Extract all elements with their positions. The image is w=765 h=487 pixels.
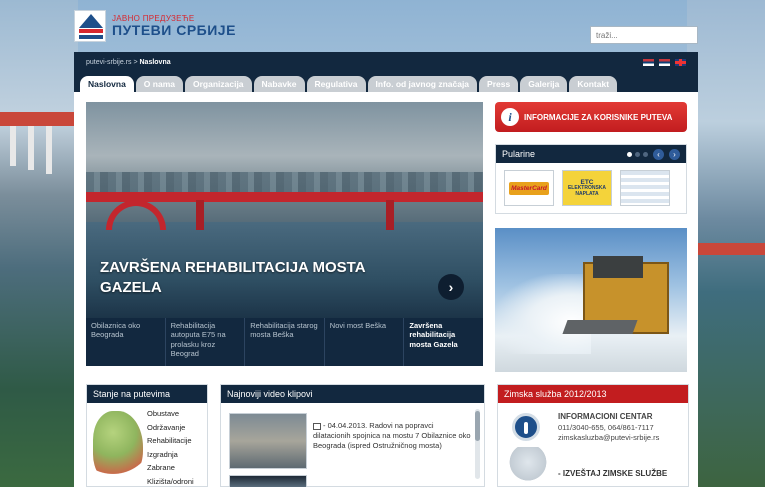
hero-slide-list: Obilaznica oko Beograda Rehabilitacija a… xyxy=(86,318,483,366)
road-conditions-item[interactable]: Održavanje xyxy=(147,421,194,435)
video-thumbnail[interactable] xyxy=(229,475,307,487)
latest-videos-title: Najnoviji video klipovi xyxy=(221,385,484,403)
info-icon: i xyxy=(501,108,519,126)
info-center-email[interactable]: zimskasluzba@putevi-srbije.rs xyxy=(558,433,686,444)
tab-info-javnog-znacaja[interactable]: Info. od javnog značaja xyxy=(367,76,478,92)
uk-flag-icon[interactable] xyxy=(675,58,686,66)
hero-bridge-pier xyxy=(386,200,394,230)
payment-widget-header: Pularine ‹ › xyxy=(496,145,686,163)
tab-regulativa[interactable]: Regulativa xyxy=(306,76,366,92)
road-conditions-item[interactable]: Rehabilitacije xyxy=(147,434,194,448)
bridge-deck-right xyxy=(687,243,765,255)
bridge-pier xyxy=(10,126,16,166)
mastercard-label: MasterCard xyxy=(509,181,549,195)
main-container: putevi-srbije.rs > Naslovna Naslovna O n… xyxy=(74,52,698,487)
snow-plow-banner[interactable] xyxy=(495,228,687,372)
road-conditions-item[interactable]: Obustave xyxy=(147,407,194,421)
toll-card-logo[interactable] xyxy=(620,170,670,206)
tab-naslovna[interactable]: Naslovna xyxy=(80,76,134,92)
winter-report-link[interactable]: - IZVEŠTAJ ZIMSKE SLUŽBE xyxy=(558,469,667,478)
mastercard-logo[interactable]: MasterCard xyxy=(504,170,554,206)
info-button-label: INFORMACIJE ZA KORISNIKE PUTEVA xyxy=(524,112,673,122)
winter-service-panel: Zimska služba 2012/2013 INFORMACIONI CEN… xyxy=(497,384,689,487)
carousel-dot-active[interactable] xyxy=(627,151,632,157)
chevron-left-icon[interactable]: ‹ xyxy=(653,148,664,160)
breadcrumb-separator: > xyxy=(131,58,140,66)
video-list-scrollbar[interactable] xyxy=(475,409,480,479)
snow-plow-cab xyxy=(593,256,643,278)
info-center-phones: 011/3040-655, 064/861-7117 xyxy=(558,422,654,432)
background-bridge-left xyxy=(0,0,78,487)
main-nav: Naslovna O nama Organizacija Nabavke Reg… xyxy=(74,72,698,92)
hero-city-skyline xyxy=(86,172,483,194)
latest-videos-panel: Najnoviji video klipovi - 04.04.2013. Ra… xyxy=(220,384,485,487)
video-item[interactable]: - 04.04.2013. Radovi na popravci dilatac… xyxy=(313,421,471,450)
road-conditions-list: Obustave Održavanje Rehabilitacije Izgra… xyxy=(147,407,194,487)
road-conditions-item[interactable]: Izgradnja xyxy=(147,448,194,462)
slide-item[interactable]: Novi most Beška xyxy=(325,318,405,366)
breadcrumb: putevi-srbije.rs > Naslovna xyxy=(86,59,171,66)
etc-logo[interactable]: ETC ELEKTRONSKA NAPLATA xyxy=(562,170,612,206)
info-center-icon xyxy=(512,413,540,441)
site-logo[interactable]: ЈАВНО ПРЕДУЗЕЋЕ ПУТЕВИ СРБИЈЕ xyxy=(74,10,236,42)
road-conditions-item[interactable]: Klizišta/odroni xyxy=(147,475,194,487)
breadcrumb-root[interactable]: putevi-srbije.rs xyxy=(86,59,132,66)
payment-carousel-controls: ‹ › xyxy=(627,148,680,160)
road-conditions-item[interactable]: Zabrane xyxy=(147,461,194,475)
snow-plow-blade xyxy=(562,320,638,334)
top-bar: putevi-srbije.rs > Naslovna xyxy=(74,52,698,72)
background-bridge-right xyxy=(687,0,765,487)
slide-item[interactable]: Rehabilitacija autoputa E75 na prolasku … xyxy=(166,318,246,366)
hero-bridge-arch xyxy=(106,200,166,230)
road-users-info-button[interactable]: i INFORMACIJE ZA KORISNIKE PUTEVA xyxy=(495,102,687,132)
logo-title: ПУТЕВИ СРБИЈЕ xyxy=(112,22,236,38)
tab-press[interactable]: Press xyxy=(479,76,519,92)
info-center-title: INFORMACIONI CENTAR xyxy=(558,412,653,421)
hero-bridge-pier xyxy=(196,200,204,230)
video-icon xyxy=(313,422,321,430)
winter-map-icon[interactable] xyxy=(508,447,548,485)
road-conditions-panel: Stanje na putevima Obustave Održavanje R… xyxy=(86,384,208,487)
slide-item[interactable]: Rehabilitacija starog mosta Beška xyxy=(245,318,325,366)
tab-kontakt[interactable]: Kontakt xyxy=(569,76,618,92)
bridge-pier xyxy=(28,126,34,170)
breadcrumb-current: Naslovna xyxy=(139,58,171,66)
serbia-map-icon[interactable] xyxy=(93,411,143,483)
payment-logos: MasterCard ETC ELEKTRONSKA NAPLATA xyxy=(496,163,686,213)
chevron-right-icon[interactable]: › xyxy=(669,148,680,160)
slide-item[interactable]: Obilaznica oko Beograda xyxy=(86,318,166,366)
bridge-deck-left xyxy=(0,112,78,126)
rs-cyrillic-flag-icon[interactable] xyxy=(643,58,654,66)
info-center-details: INFORMACIONI CENTAR 011/3040-655, 064/86… xyxy=(558,411,686,444)
tab-galerija[interactable]: Galerija xyxy=(520,76,568,92)
tab-nabavke[interactable]: Nabavke xyxy=(253,76,305,92)
etc-subtitle: ELEKTRONSKA NAPLATA xyxy=(567,185,607,197)
language-switcher xyxy=(643,58,686,66)
slide-item-active[interactable]: Završena rehabilitacija mosta Gazela xyxy=(404,318,483,366)
winter-service-title: Zimska služba 2012/2013 xyxy=(498,385,688,403)
tab-organizacija[interactable]: Organizacija xyxy=(184,76,252,92)
carousel-dot[interactable] xyxy=(643,151,648,157)
rs-latin-flag-icon[interactable] xyxy=(659,58,670,66)
logo-icon xyxy=(74,10,106,42)
hero-title[interactable]: ZAVRŠENA REHABILITACIJA MOSTA GAZELA xyxy=(100,258,430,297)
carousel-dot[interactable] xyxy=(635,151,640,157)
hero-next-arrow-icon[interactable]: › xyxy=(438,274,464,300)
snow-spray xyxy=(495,274,591,354)
search-input[interactable] xyxy=(590,26,698,44)
payment-widget-title: Pularine xyxy=(502,149,536,159)
payment-widget: Pularine ‹ › MasterCard ETC ELEKTRONSKA N… xyxy=(495,144,687,214)
tab-o-nama[interactable]: O nama xyxy=(135,76,183,92)
hero-bridge-deck xyxy=(86,192,483,202)
road-conditions-title: Stanje na putevima xyxy=(87,385,207,403)
video-item-text: - 04.04.2013. Radovi na popravci dilatac… xyxy=(313,421,471,450)
site-header: ЈАВНО ПРЕДУЗЕЋЕ ПУТЕВИ СРБИЈЕ xyxy=(74,10,698,50)
hero-slider[interactable]: ZAVRŠENA REHABILITACIJA MOSTA GAZELA › xyxy=(86,102,483,318)
video-thumbnail[interactable] xyxy=(229,413,307,469)
bridge-pier xyxy=(46,126,52,174)
